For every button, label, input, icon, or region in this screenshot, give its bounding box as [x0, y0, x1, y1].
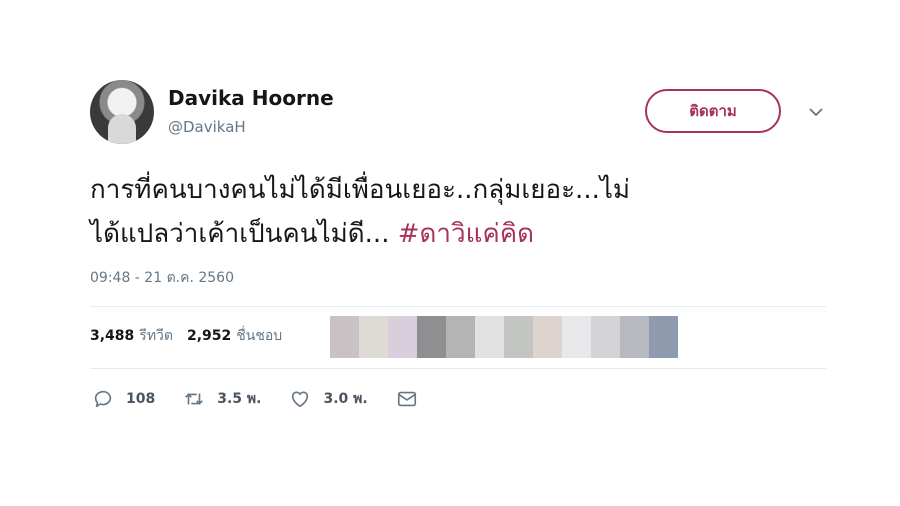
display-name[interactable]: Davika Hoorne [168, 86, 334, 110]
retweets-label[interactable]: รีทวีต [139, 328, 173, 344]
chevron-down-icon[interactable] [808, 104, 824, 118]
likes-count[interactable]: 2,952 [187, 328, 231, 344]
like-button[interactable]: 3.0 พ. [289, 388, 368, 410]
follow-button[interactable]: ติดตาม [645, 89, 781, 133]
tweet-text-line-2: ได้แปลว่าเค้าเป็นคนไม่ดี... #ดาวิแค่คิด [90, 212, 810, 256]
like-count: 3.0 พ. [323, 391, 368, 407]
retweets-count[interactable]: 3,488 [90, 328, 134, 344]
tweet-actions: 108 3.5 พ. 3.0 พ. [92, 388, 446, 410]
tweet-text-line-2-body: ได้แปลว่าเค้าเป็นคนไม่ดี... [90, 219, 390, 249]
reply-button[interactable]: 108 [92, 388, 155, 410]
user-handle[interactable]: @DavikaH [168, 118, 246, 136]
tweet-text: การที่คนบางคนไม่ได้มีเพื่อนเยอะ..กลุ่มเย… [90, 168, 810, 256]
tweet-text-line-1: การที่คนบางคนไม่ได้มีเพื่อนเยอะ..กลุ่มเย… [90, 175, 631, 205]
avatar[interactable] [90, 80, 154, 144]
likers-avatars-blurred [330, 316, 678, 358]
reply-icon [94, 390, 112, 408]
envelope-icon [397, 391, 416, 407]
divider-bottom [90, 368, 826, 369]
retweet-count: 3.5 พ. [217, 391, 262, 407]
tweet-timestamp[interactable]: 09:48 - 21 ต.ค. 2560 [90, 267, 234, 289]
engagement-stats: 3,488 รีทวีต 2,952 ชื่นชอบ [90, 325, 296, 347]
hashtag-link[interactable]: #ดาวิแค่คิด [398, 219, 534, 249]
likes-label[interactable]: ชื่นชอบ [236, 328, 282, 344]
retweet-button[interactable]: 3.5 พ. [183, 388, 261, 410]
reply-count: 108 [126, 391, 156, 407]
divider-top [90, 306, 826, 307]
heart-icon [292, 391, 309, 408]
direct-message-button[interactable] [396, 388, 418, 410]
retweet-icon [185, 393, 204, 405]
